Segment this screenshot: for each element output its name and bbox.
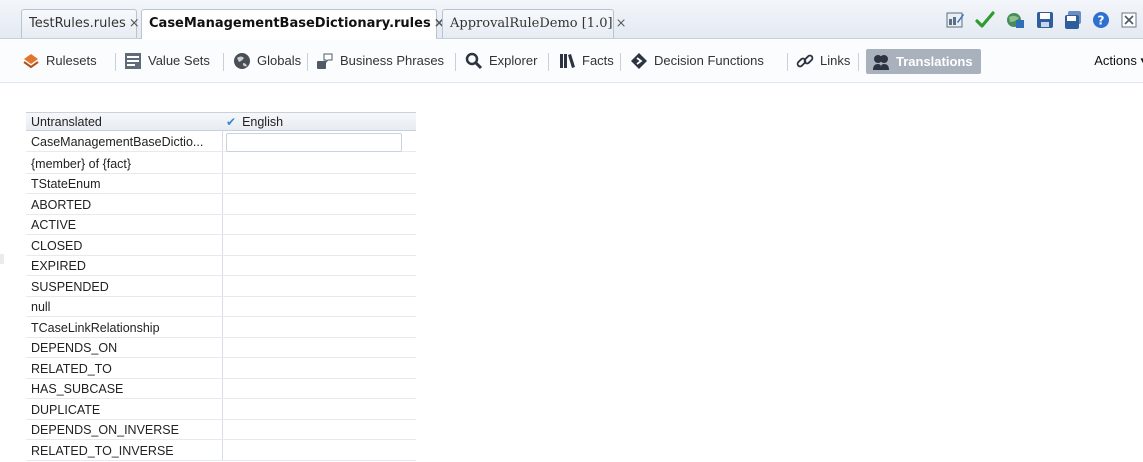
dictionary-toolbar: Rulesets Value Sets Globals Business Phr… <box>0 40 1143 83</box>
table-row[interactable]: EXPIRED <box>26 256 416 276</box>
rulesets-icon <box>23 53 39 68</box>
business-phrases-label: Business Phrases <box>340 53 445 68</box>
edit-icon[interactable] <box>945 10 965 30</box>
untranslated-cell: DEPENDS_ON_INVERSE <box>31 423 179 437</box>
tab-approvalruledemo[interactable]: ApprovalRuleDemo [1.0] × <box>442 9 626 38</box>
decision-functions-icon <box>631 52 647 69</box>
business-phrases-icon <box>317 53 333 69</box>
table-row[interactable]: ABORTED <box>26 195 416 215</box>
untranslated-cell: ACTIVE <box>31 218 77 232</box>
decision-functions-label: Decision Functions <box>654 53 764 68</box>
tab-casemanagement-dictionary[interactable]: CaseManagementBaseDictionary.rules × <box>141 9 445 39</box>
globals-label: Globals <box>257 53 302 68</box>
links-button[interactable]: Links <box>796 50 850 72</box>
close-tab-icon[interactable]: × <box>616 16 627 31</box>
table-row[interactable]: RELATED_TO_INVERSE <box>26 441 416 461</box>
deploy-icon[interactable] <box>1005 10 1025 30</box>
table-row[interactable]: CaseManagementBaseDictio... <box>26 132 416 152</box>
facts-icon <box>560 53 575 68</box>
save-all-icon[interactable] <box>1063 10 1083 30</box>
table-row[interactable]: HAS_SUBCASE <box>26 379 416 399</box>
facts-button[interactable]: Facts <box>558 50 614 72</box>
table-row[interactable]: DEPENDS_ON <box>26 338 416 358</box>
translations-icon <box>873 54 889 70</box>
value-sets-label: Value Sets <box>148 53 210 68</box>
globe-icon <box>234 52 250 69</box>
table-row[interactable]: DEPENDS_ON_INVERSE <box>26 420 416 440</box>
untranslated-cell: RELATED_TO_INVERSE <box>31 444 174 458</box>
untranslated-cell: TStateEnum <box>31 177 101 191</box>
untranslated-cell: ABORTED <box>31 198 92 212</box>
untranslated-cell: RELATED_TO <box>31 362 112 376</box>
links-label: Links <box>820 53 851 68</box>
untranslated-cell: DUPLICATE <box>31 403 101 417</box>
value-sets-button[interactable]: Value Sets <box>124 50 210 72</box>
help-icon[interactable]: ? <box>1091 10 1111 30</box>
column-header-english[interactable]: ✔ English <box>226 113 283 131</box>
untranslated-cell: {member} of {fact} <box>31 157 132 171</box>
rulesets-button[interactable]: Rulesets <box>22 50 97 72</box>
table-row[interactable]: ACTIVE <box>26 215 416 235</box>
toolbar-separator <box>858 53 859 71</box>
english-header-label: English <box>242 115 284 129</box>
tab-label: CaseManagementBaseDictionary.rules <box>149 16 431 31</box>
toolbar-separator <box>307 53 308 71</box>
tab-testrules[interactable]: TestRules.rules × <box>21 9 140 38</box>
actions-label: Actions <box>1094 53 1137 68</box>
english-translation-input[interactable] <box>226 133 402 152</box>
save-icon[interactable] <box>1035 10 1055 30</box>
tab-label: ApprovalRuleDemo [1.0] <box>450 16 613 31</box>
toolbar-separator <box>455 53 456 71</box>
table-row[interactable]: SUSPENDED <box>26 277 416 297</box>
value-sets-icon <box>125 52 141 69</box>
tab-label: TestRules.rules <box>29 16 126 31</box>
table-row[interactable]: CLOSED <box>26 236 416 256</box>
table-header: Untranslated ✔ English <box>26 112 416 131</box>
facts-label: Facts <box>582 53 614 68</box>
translations-button[interactable]: Translations <box>866 49 981 74</box>
checkmark-icon: ✔ <box>226 115 237 129</box>
untranslated-cell: EXPIRED <box>31 259 86 273</box>
untranslated-cell: HAS_SUBCASE <box>31 382 124 396</box>
toolbar-separator <box>620 53 621 71</box>
table-row[interactable]: null <box>26 297 416 317</box>
table-row[interactable]: {member} of {fact} <box>26 154 416 174</box>
editor-tab-strip: TestRules.rules × CaseManagementBaseDicti… <box>0 0 1143 39</box>
editor-toolbar-icons: ? <box>933 10 1143 32</box>
table-row[interactable]: DUPLICATE <box>26 400 416 420</box>
panel-edge <box>0 254 4 264</box>
untranslated-cell: null <box>31 300 51 314</box>
decision-functions-button[interactable]: Decision Functions <box>630 50 764 72</box>
close-icon[interactable] <box>1119 10 1139 30</box>
toolbar-separator <box>548 53 549 71</box>
toolbar-separator <box>787 53 788 71</box>
table-row[interactable]: TStateEnum <box>26 174 416 194</box>
actions-menu[interactable]: Actions ▾ <box>1094 50 1143 72</box>
toolbar-separator <box>115 53 116 71</box>
globals-button[interactable]: Globals <box>233 50 301 72</box>
untranslated-cell: SUSPENDED <box>31 280 109 294</box>
search-icon <box>465 52 483 69</box>
validate-check-icon[interactable] <box>975 10 995 30</box>
table-row[interactable]: RELATED_TO <box>26 359 416 379</box>
untranslated-cell: CLOSED <box>31 239 83 253</box>
close-tab-icon[interactable]: × <box>129 16 140 31</box>
rulesets-label: Rulesets <box>46 53 97 68</box>
explorer-button[interactable]: Explorer <box>465 50 537 72</box>
toolbar-separator <box>223 53 224 71</box>
untranslated-cell: CaseManagementBaseDictio... <box>31 135 204 149</box>
translations-label: Translations <box>896 54 973 69</box>
link-icon <box>796 54 814 67</box>
untranslated-cell: TCaseLinkRelationship <box>31 321 160 335</box>
business-phrases-button[interactable]: Business Phrases <box>316 50 444 72</box>
table-row[interactable]: TCaseLinkRelationship <box>26 318 416 338</box>
column-header-untranslated[interactable]: Untranslated <box>31 113 102 131</box>
explorer-label: Explorer <box>489 53 538 68</box>
untranslated-cell: DEPENDS_ON <box>31 341 118 355</box>
svg-text:?: ? <box>1098 14 1105 28</box>
